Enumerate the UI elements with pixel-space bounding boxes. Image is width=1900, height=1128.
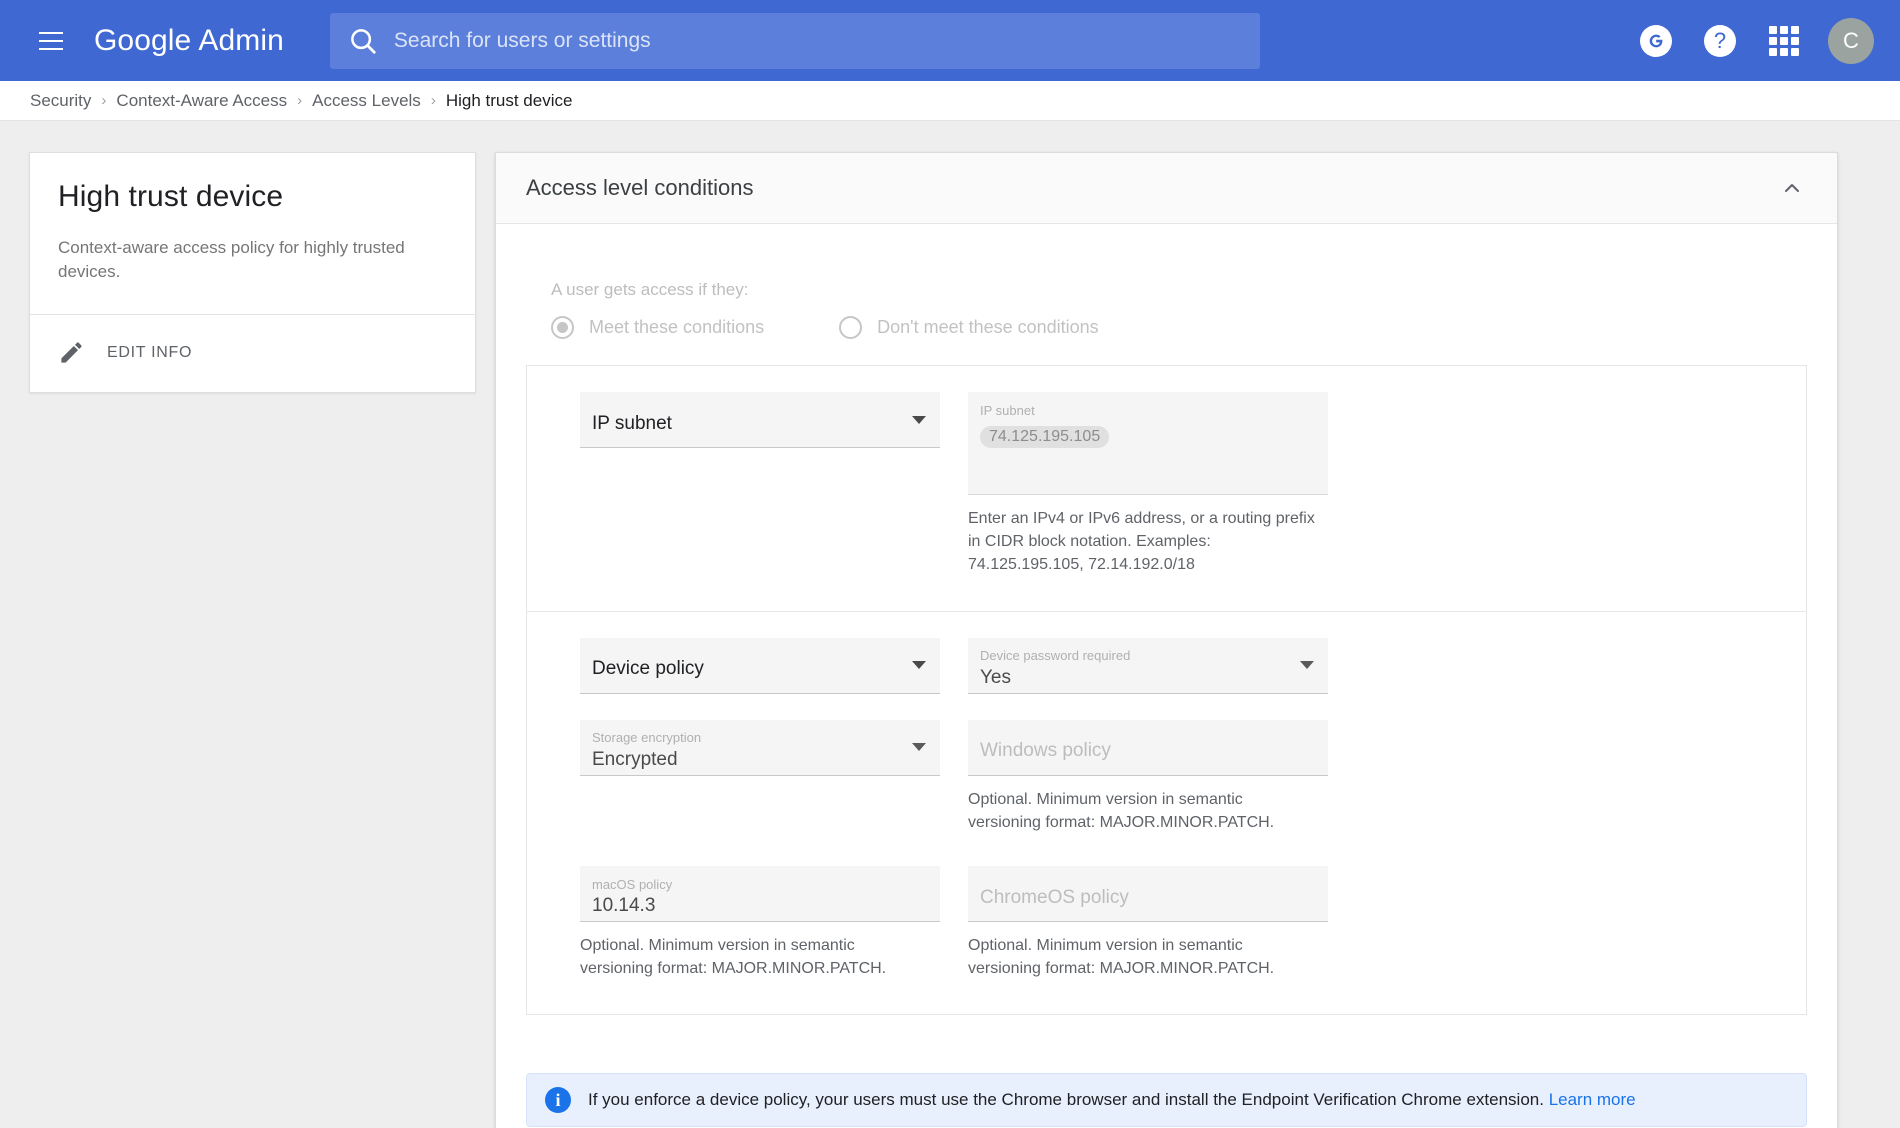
chevron-down-icon <box>1300 661 1314 669</box>
top-bar-actions: ? C <box>1624 0 1874 81</box>
radio-unselected-icon <box>839 316 862 339</box>
breadcrumb-separator: › <box>431 92 436 109</box>
policy-description: Context-aware access policy for highly t… <box>58 236 447 284</box>
pencil-edit-icon <box>58 339 85 366</box>
chromeos-policy-helper-text: Optional. Minimum version in semantic ve… <box>968 934 1316 980</box>
device-password-required-label: Device password required <box>980 649 1286 663</box>
policy-info-card: High trust device Context-aware access p… <box>29 152 476 393</box>
brand-admin-text: Admin <box>198 24 284 57</box>
macos-policy-helper-text: Optional. Minimum version in semantic ve… <box>580 934 928 980</box>
breadcrumb-item-security[interactable]: Security <box>30 91 91 111</box>
edit-info-button[interactable]: EDIT INFO <box>30 315 475 392</box>
avatar-initial: C <box>1843 28 1859 54</box>
top-app-bar: GoogleAdmin Search for users or settings… <box>0 0 1900 81</box>
ip-subnet-input[interactable]: IP subnet 74.125.195.105 <box>968 392 1328 495</box>
page-content: High trust device Context-aware access p… <box>0 121 1900 1128</box>
ip-subnet-helper-text: Enter an IPv4 or IPv6 address, or a rout… <box>968 507 1316 577</box>
access-level-conditions-panel: Access level conditions A user gets acce… <box>495 152 1838 1128</box>
panel-title: Access level conditions <box>526 175 753 201</box>
chevron-up-icon[interactable] <box>1776 172 1808 204</box>
macos-policy-label: macOS policy <box>592 878 898 892</box>
breadcrumb-separator: › <box>297 92 302 109</box>
radio-meet-these-conditions[interactable]: Meet these conditions <box>551 316 764 339</box>
radio-meet-label: Meet these conditions <box>589 317 764 338</box>
storage-encryption-value: Encrypted <box>592 749 898 771</box>
macos-policy-input[interactable]: macOS policy 10.14.3 <box>580 866 940 922</box>
chevron-down-icon <box>912 743 926 751</box>
device-policy-info-banner: i If you enforce a device policy, your u… <box>526 1073 1807 1127</box>
breadcrumb-item-current: High trust device <box>446 91 573 111</box>
google-g-icon[interactable] <box>1624 25 1688 57</box>
panel-body: A user gets access if they: Meet these c… <box>496 224 1837 1045</box>
breadcrumb: Security › Context-Aware Access › Access… <box>0 81 1900 121</box>
breadcrumb-separator: › <box>101 92 106 109</box>
chromeos-policy-input[interactable]: ChromeOS policy <box>968 866 1328 922</box>
help-question-icon[interactable]: ? <box>1688 25 1752 57</box>
radio-dont-meet-these-conditions[interactable]: Don't meet these conditions <box>839 316 1099 339</box>
chromeos-policy-placeholder: ChromeOS policy <box>980 887 1286 909</box>
chevron-down-icon <box>912 416 926 424</box>
storage-encryption-select[interactable]: Storage encryption Encrypted <box>580 720 940 776</box>
banner-text: If you enforce a device policy, your use… <box>588 1090 1544 1109</box>
breadcrumb-item-context-aware-access[interactable]: Context-Aware Access <box>116 91 287 111</box>
info-circle-icon: i <box>545 1087 571 1113</box>
chevron-down-icon <box>912 661 926 669</box>
breadcrumb-item-access-levels[interactable]: Access Levels <box>312 91 421 111</box>
access-question-label: A user gets access if they: <box>551 280 1807 300</box>
edit-info-label: EDIT INFO <box>107 344 192 362</box>
attribute-select-value: IP subnet <box>592 413 898 435</box>
ip-subnet-value: 74.125.195.105 <box>980 426 1109 448</box>
windows-policy-helper-text: Optional. Minimum version in semantic ve… <box>968 788 1316 834</box>
attribute-select-value: Device policy <box>592 658 898 680</box>
search-placeholder: Search for users or settings <box>394 29 651 53</box>
ip-subnet-label: IP subnet <box>980 403 1316 418</box>
radio-selected-icon <box>551 316 574 339</box>
google-g-glyph <box>1646 31 1666 51</box>
attribute-select-ip-subnet[interactable]: IP subnet <box>580 392 940 448</box>
avatar[interactable]: C <box>1828 18 1874 64</box>
app-brand: GoogleAdmin <box>94 24 284 58</box>
search-icon <box>348 26 378 56</box>
windows-policy-input[interactable]: Windows policy <box>968 720 1328 776</box>
device-password-required-select[interactable]: Device password required Yes <box>968 638 1328 694</box>
access-condition-radio-group: Meet these conditions Don't meet these c… <box>551 316 1807 339</box>
condition-row-device-policy: Device policy Device password required Y… <box>527 611 1806 1015</box>
brand-google-text: Google <box>94 24 191 57</box>
apps-grid-icon[interactable] <box>1752 26 1816 56</box>
storage-encryption-label: Storage encryption <box>592 731 898 745</box>
panel-header: Access level conditions <box>496 153 1837 224</box>
radio-dont-meet-label: Don't meet these conditions <box>877 317 1099 338</box>
windows-policy-placeholder: Windows policy <box>980 740 1286 762</box>
device-password-required-value: Yes <box>980 667 1286 689</box>
conditions-container: IP subnet IP subnet 74.125.195.105 <box>526 365 1807 1015</box>
learn-more-link[interactable]: Learn more <box>1549 1090 1636 1109</box>
condition-row-ip-subnet: IP subnet IP subnet 74.125.195.105 <box>527 366 1806 611</box>
hamburger-menu-icon[interactable] <box>30 20 72 62</box>
search-input[interactable]: Search for users or settings <box>330 13 1260 69</box>
attribute-select-device-policy[interactable]: Device policy <box>580 638 940 694</box>
macos-policy-value: 10.14.3 <box>592 895 898 917</box>
page-title: High trust device <box>58 180 447 214</box>
